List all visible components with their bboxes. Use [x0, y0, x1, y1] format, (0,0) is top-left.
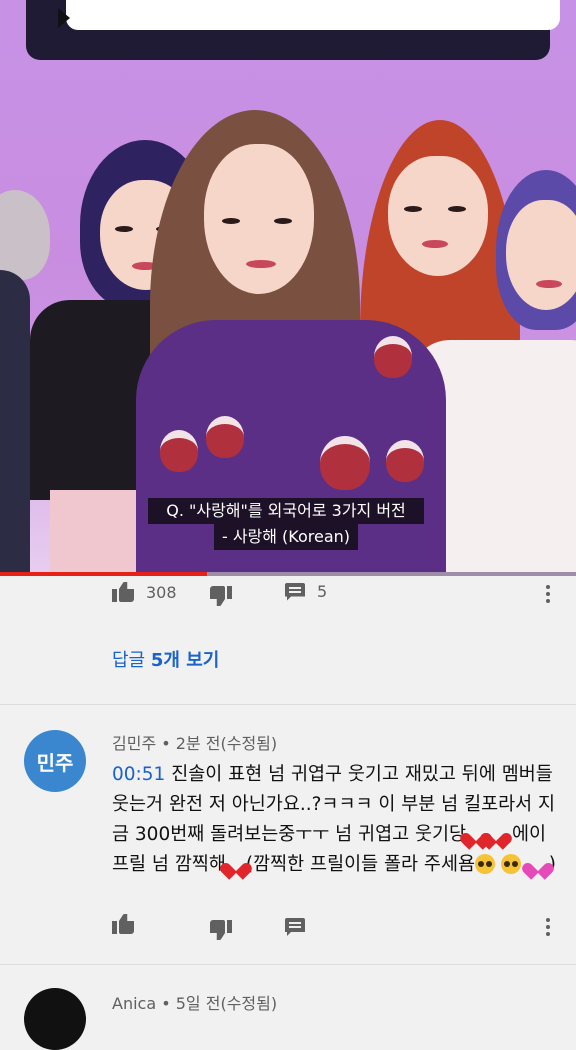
- comment-meta: • 5일 전(수정됨): [156, 994, 278, 1013]
- avatar-text: 민주: [36, 750, 74, 775]
- avatar[interactable]: 민주: [24, 730, 86, 792]
- view-replies-link[interactable]: 답글 5개 보기: [112, 646, 219, 672]
- video-overlay-card-inner: [66, 0, 560, 30]
- comment-text: 00:51 진솔이 표현 넘 귀엽구 웃기고 재밌고 뒤에 멤버들 웃는거 완전…: [112, 760, 562, 880]
- comment-divider: [0, 964, 576, 965]
- timestamp-link[interactable]: 00:51: [112, 764, 165, 785]
- comment-header: 김민주 • 2분 전(수정됨): [112, 730, 277, 754]
- red-heart-emoji-icon: [226, 856, 246, 874]
- reply-count: 5: [317, 582, 328, 601]
- thumbs-up-icon: [112, 914, 134, 934]
- comment-text-part-3: (깜찍한 프릴이들 폴라 주세욤: [245, 854, 475, 875]
- dislike-button[interactable]: [210, 920, 232, 940]
- avatar[interactable]: [24, 988, 86, 1050]
- more-options-button[interactable]: [546, 918, 550, 936]
- reply-button[interactable]: [285, 918, 305, 936]
- thumbs-up-icon: [112, 582, 134, 602]
- subtitle-line-2: - 사랑해 (Korean): [214, 524, 358, 550]
- view-replies-prefix: 답글: [112, 650, 151, 671]
- reply-button[interactable]: 5: [285, 582, 327, 601]
- pleading-face-emoji-icon: [475, 854, 495, 874]
- video-overlay-card[interactable]: [26, 0, 560, 60]
- thumbs-down-icon: [210, 920, 232, 940]
- video-player[interactable]: Q. "사랑해"를 외국어로 3가지 버전 - 사랑해 (Korean): [0, 0, 576, 576]
- thumbs-down-icon: [210, 586, 232, 606]
- comment-header: Anica • 5일 전(수정됨): [112, 990, 277, 1014]
- comment-author[interactable]: Anica: [112, 994, 156, 1013]
- red-heart-emoji-icon: [486, 826, 506, 844]
- more-vert-icon: [546, 918, 550, 936]
- like-button[interactable]: [112, 914, 134, 934]
- like-count: 308: [146, 582, 177, 602]
- dislike-button[interactable]: [210, 586, 232, 606]
- view-replies-label: 5개 보기: [150, 650, 220, 671]
- comment-actions: [0, 908, 576, 948]
- play-icon[interactable]: [58, 8, 70, 28]
- comment-divider: [0, 704, 576, 705]
- pleading-face-emoji-icon: [500, 854, 521, 874]
- top-comment-actions: 308 5: [0, 574, 576, 614]
- comment-meta: • 2분 전(수정됨): [156, 734, 278, 753]
- subtitle-line-1: Q. "사랑해"를 외국어로 3가지 버전: [148, 498, 424, 524]
- comment-author[interactable]: 김민주: [112, 734, 156, 753]
- comment-icon: [285, 918, 305, 936]
- comment-icon: [285, 582, 305, 601]
- sparkling-heart-emoji-icon: [527, 854, 549, 874]
- like-button[interactable]: 308: [112, 582, 177, 602]
- more-vert-icon: [546, 585, 550, 603]
- more-options-button[interactable]: [546, 585, 550, 603]
